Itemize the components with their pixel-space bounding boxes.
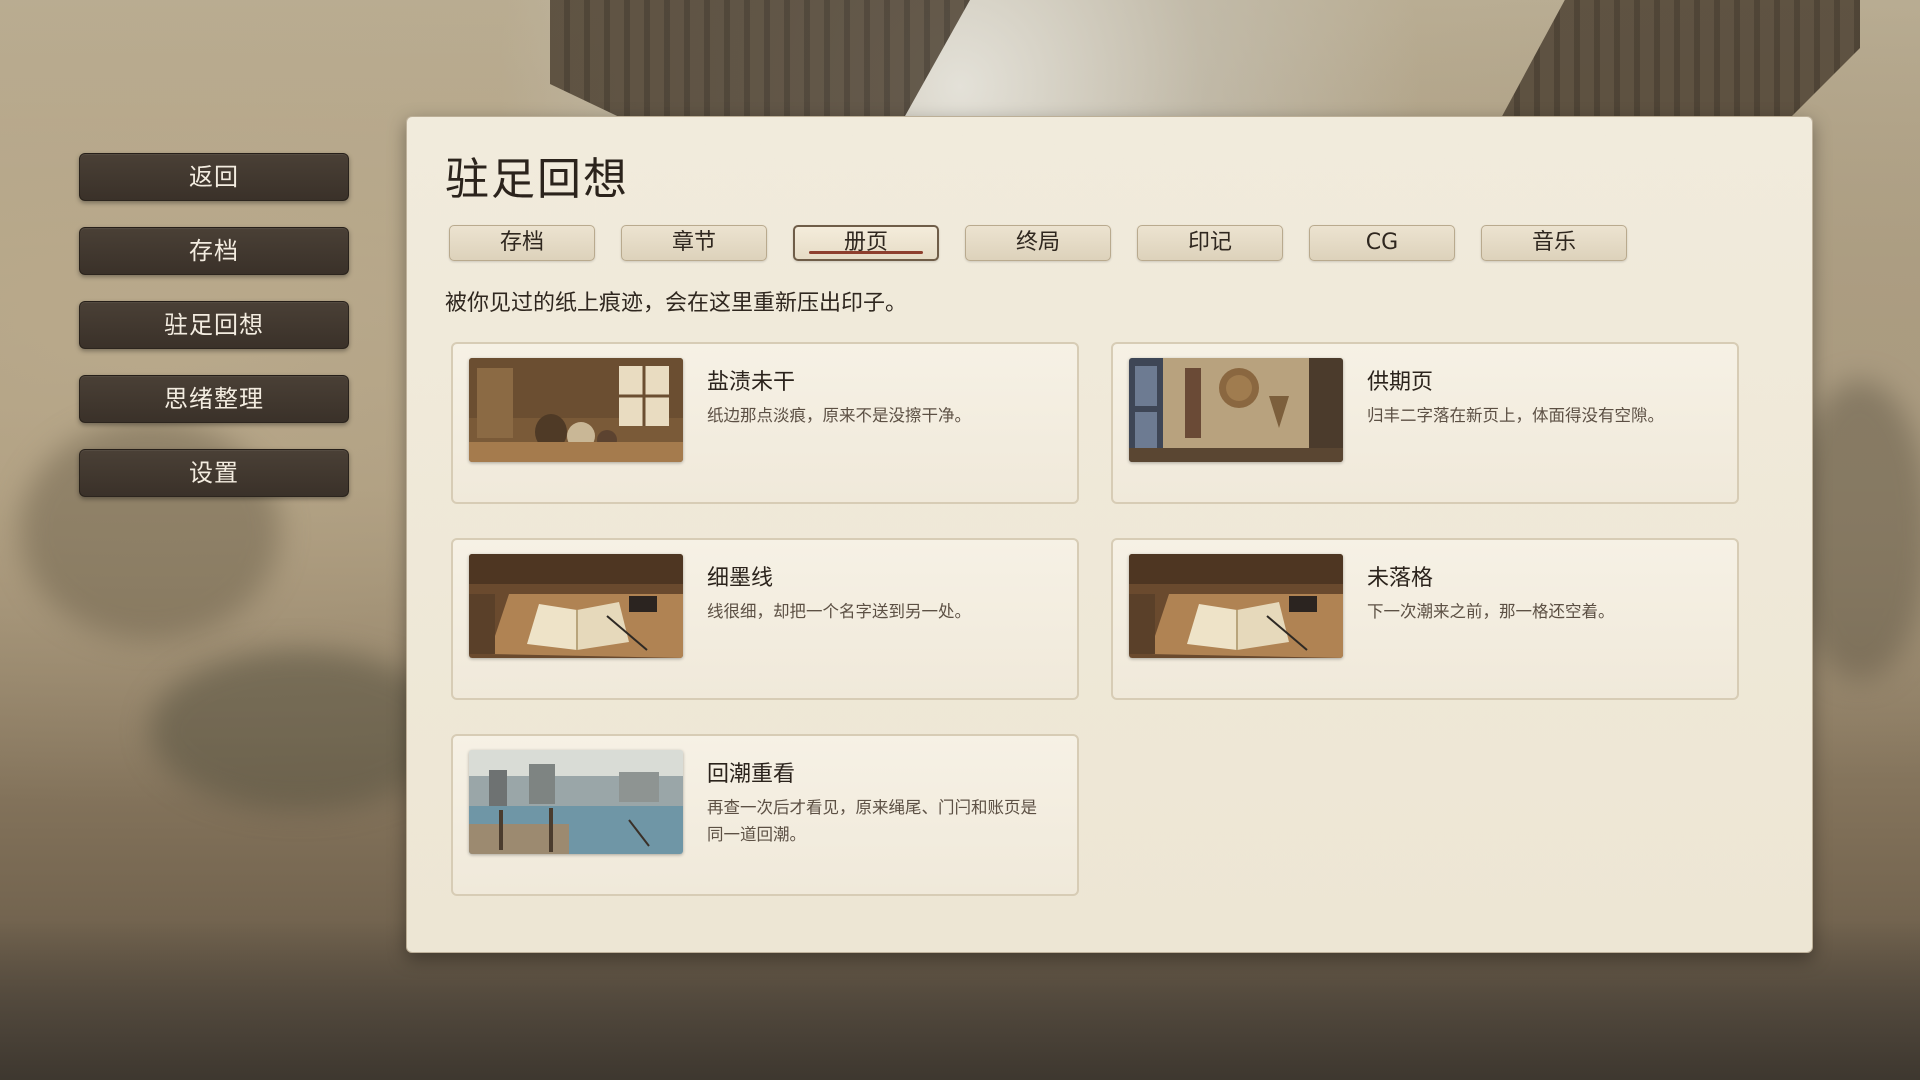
card-title: 细墨线 — [707, 566, 774, 591]
settings-button[interactable]: 设置 — [79, 449, 349, 497]
card-description: 再查一次后才看见，原来绳尾、门闩和账页是同一道回潮。 — [707, 798, 1037, 844]
card-description: 下一次潮来之前，那一格还空着。 — [1367, 602, 1615, 621]
tab-endings[interactable]: 终局 — [965, 225, 1111, 261]
card-title: 未落格 — [1367, 566, 1434, 591]
active-tab-indicator — [809, 251, 923, 254]
save-load-button[interactable]: 存档 — [79, 227, 349, 275]
kitchen-scene-thumbnail — [469, 358, 683, 462]
harbor-scene-thumbnail — [469, 750, 683, 854]
recollection-card[interactable]: 回潮重看 再查一次后才看见，原来绳尾、门闩和账页是同一道回潮。 — [451, 734, 1079, 896]
tab-chapters[interactable]: 章节 — [621, 225, 767, 261]
card-description: 归丰二字落在新页上，体面得没有空隙。 — [1367, 406, 1664, 425]
wall-hangings-scene-thumbnail — [1129, 358, 1343, 462]
recollection-card[interactable]: 供期页 归丰二字落在新页上，体面得没有空隙。 — [1111, 342, 1739, 504]
open-book-scene-thumbnail — [469, 554, 683, 658]
card-title: 供期页 — [1367, 370, 1434, 395]
panel-description: 被你见过的纸上痕迹，会在这里重新压出印子。 — [445, 291, 908, 316]
page-title: 驻足回想 — [445, 154, 629, 205]
card-description: 线很细，却把一个名字送到另一处。 — [707, 602, 971, 621]
card-title: 回潮重看 — [707, 762, 796, 787]
roof-left-decoration — [550, 0, 970, 120]
recollection-card[interactable]: 细墨线 线很细，却把一个名字送到另一处。 — [451, 538, 1079, 700]
tab-marks[interactable]: 印记 — [1137, 225, 1283, 261]
tab-pages[interactable]: 册页 — [793, 225, 939, 261]
recollection-panel: 驻足回想 存档 章节 册页 终局 印记 CG 音乐 被你见过的纸上痕迹，会在这里… — [406, 116, 1813, 953]
side-menu: 返回 存档 驻足回想 思绪整理 设置 — [79, 153, 349, 523]
back-button[interactable]: 返回 — [79, 153, 349, 201]
recollection-card[interactable]: 未落格 下一次潮来之前，那一格还空着。 — [1111, 538, 1739, 700]
card-title: 盐渍未干 — [707, 370, 796, 395]
card-description: 纸边那点淡痕，原来不是没擦干净。 — [707, 406, 971, 425]
wall-stain — [150, 650, 450, 810]
recollection-button[interactable]: 驻足回想 — [79, 301, 349, 349]
thoughts-button[interactable]: 思绪整理 — [79, 375, 349, 423]
tab-saves[interactable]: 存档 — [449, 225, 595, 261]
tab-music[interactable]: 音乐 — [1481, 225, 1627, 261]
open-book-scene-thumbnail — [1129, 554, 1343, 658]
game-screen: 返回 存档 驻足回想 思绪整理 设置 驻足回想 存档 章节 册页 终局 印记 C… — [0, 0, 1920, 1080]
roof-right-decoration — [1500, 0, 1860, 120]
tab-cg[interactable]: CG — [1309, 225, 1455, 261]
recollection-card[interactable]: 盐渍未干 纸边那点淡痕，原来不是没擦干净。 — [451, 342, 1079, 504]
